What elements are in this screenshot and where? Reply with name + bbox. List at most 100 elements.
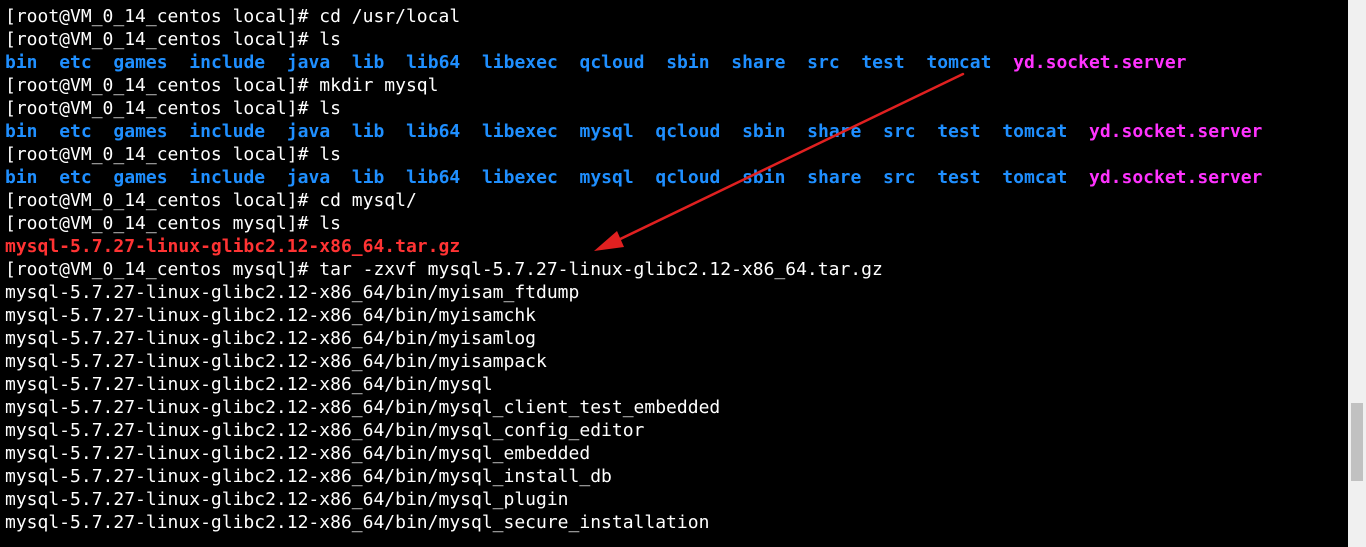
directory-entry: libexec — [481, 167, 558, 188]
terminal-text: [root@VM_0_14_centos mysql]# tar -zxvf m… — [5, 259, 883, 280]
terminal-text: mysql-5.7.27-linux-glibc2.12-x86_64/bin/… — [5, 374, 493, 395]
directory-entry: test — [937, 121, 981, 142]
directory-entry: share — [807, 121, 862, 142]
directory-entry: java — [286, 167, 331, 188]
terminal-text: [root@VM_0_14_centos local]# ls — [5, 98, 341, 119]
directory-entry: etc — [59, 52, 92, 73]
terminal-line: [root@VM_0_14_centos local]# ls — [5, 97, 1262, 120]
terminal-line: mysql-5.7.27-linux-glibc2.12-x86_64/bin/… — [5, 350, 1262, 373]
terminal-text: [root@VM_0_14_centos mysql]# ls — [5, 213, 341, 234]
directory-entry: qcloud — [579, 52, 645, 73]
terminal-line: mysql-5.7.27-linux-glibc2.12-x86_64/bin/… — [5, 304, 1262, 327]
directory-entry: bin — [5, 121, 38, 142]
directory-entry: java — [286, 52, 331, 73]
directory-entry: java — [286, 121, 331, 142]
directory-entry: share — [731, 52, 786, 73]
directory-entry: include — [189, 121, 266, 142]
directory-entry: src — [807, 52, 840, 73]
terminal-text: mysql-5.7.27-linux-glibc2.12-x86_64/bin/… — [5, 397, 721, 418]
terminal-line: bin etc games include java lib lib64 lib… — [5, 166, 1262, 189]
archive-file: mysql-5.7.27-linux-glibc2.12-x86_64.tar.… — [5, 236, 461, 257]
terminal-text: mysql-5.7.27-linux-glibc2.12-x86_64/bin/… — [5, 512, 710, 533]
terminal-text: [root@VM_0_14_centos local]# cd /usr/loc… — [5, 6, 461, 27]
terminal-text: mysql-5.7.27-linux-glibc2.12-x86_64/bin/… — [5, 282, 580, 303]
executable-entry: yd.socket.server — [1088, 167, 1263, 188]
executable-entry: yd.socket.server — [1013, 52, 1187, 73]
directory-entry: qcloud — [655, 167, 721, 188]
terminal-text: mysql-5.7.27-linux-glibc2.12-x86_64/bin/… — [5, 466, 612, 487]
directory-entry: tomcat — [1002, 121, 1068, 142]
directory-entry: lib64 — [406, 167, 461, 188]
terminal-line: [root@VM_0_14_centos local]# cd /usr/loc… — [5, 5, 1262, 28]
terminal-line: mysql-5.7.27-linux-glibc2.12-x86_64/bin/… — [5, 396, 1262, 419]
terminal-line: mysql-5.7.27-linux-glibc2.12-x86_64/bin/… — [5, 511, 1262, 534]
directory-entry: lib — [351, 52, 385, 73]
directory-entry: share — [807, 167, 862, 188]
directory-entry: tomcat — [1002, 167, 1068, 188]
terminal-text: mysql-5.7.27-linux-glibc2.12-x86_64/bin/… — [5, 351, 547, 372]
terminal-line: [root@VM_0_14_centos local]# ls — [5, 28, 1262, 51]
directory-entry: sbin — [666, 52, 710, 73]
directory-entry: games — [113, 52, 168, 73]
terminal-line: bin etc games include java lib lib64 lib… — [5, 120, 1262, 143]
directory-entry: qcloud — [655, 121, 721, 142]
vertical-scrollbar[interactable] — [1348, 0, 1366, 547]
terminal-line: mysql-5.7.27-linux-glibc2.12-x86_64/bin/… — [5, 281, 1262, 304]
directory-entry: lib — [351, 167, 385, 188]
terminal-line: [root@VM_0_14_centos local]# ls — [5, 143, 1262, 166]
directory-entry: bin — [5, 167, 38, 188]
terminal-line: mysql-5.7.27-linux-glibc2.12-x86_64/bin/… — [5, 373, 1262, 396]
terminal-line: mysql-5.7.27-linux-glibc2.12-x86_64/bin/… — [5, 419, 1262, 442]
terminal-line: mysql-5.7.27-linux-glibc2.12-x86_64/bin/… — [5, 442, 1262, 465]
directory-entry: src — [883, 121, 916, 142]
terminal-line: [root@VM_0_14_centos local]# cd mysql/ — [5, 189, 1262, 212]
terminal-line: mysql-5.7.27-linux-glibc2.12-x86_64/bin/… — [5, 488, 1262, 511]
directory-entry: tomcat — [926, 52, 992, 73]
terminal-text: mysql-5.7.27-linux-glibc2.12-x86_64/bin/… — [5, 305, 537, 326]
terminal-text: mysql-5.7.27-linux-glibc2.12-x86_64/bin/… — [5, 489, 569, 510]
directory-entry: games — [113, 167, 168, 188]
terminal-text: [root@VM_0_14_centos local]# ls — [5, 29, 341, 50]
terminal-window[interactable]: [root@VM_0_14_centos local]# cd /usr/loc… — [0, 0, 1348, 547]
directory-entry: mysql — [579, 121, 634, 142]
directory-entry: lib64 — [406, 121, 461, 142]
directory-entry: lib — [351, 121, 385, 142]
directory-entry: etc — [59, 167, 92, 188]
directory-entry: sbin — [742, 167, 786, 188]
scrollbar-thumb[interactable] — [1351, 403, 1363, 481]
terminal-text: mysql-5.7.27-linux-glibc2.12-x86_64/bin/… — [5, 443, 591, 464]
directory-entry: sbin — [742, 121, 786, 142]
directory-entry: test — [861, 52, 905, 73]
